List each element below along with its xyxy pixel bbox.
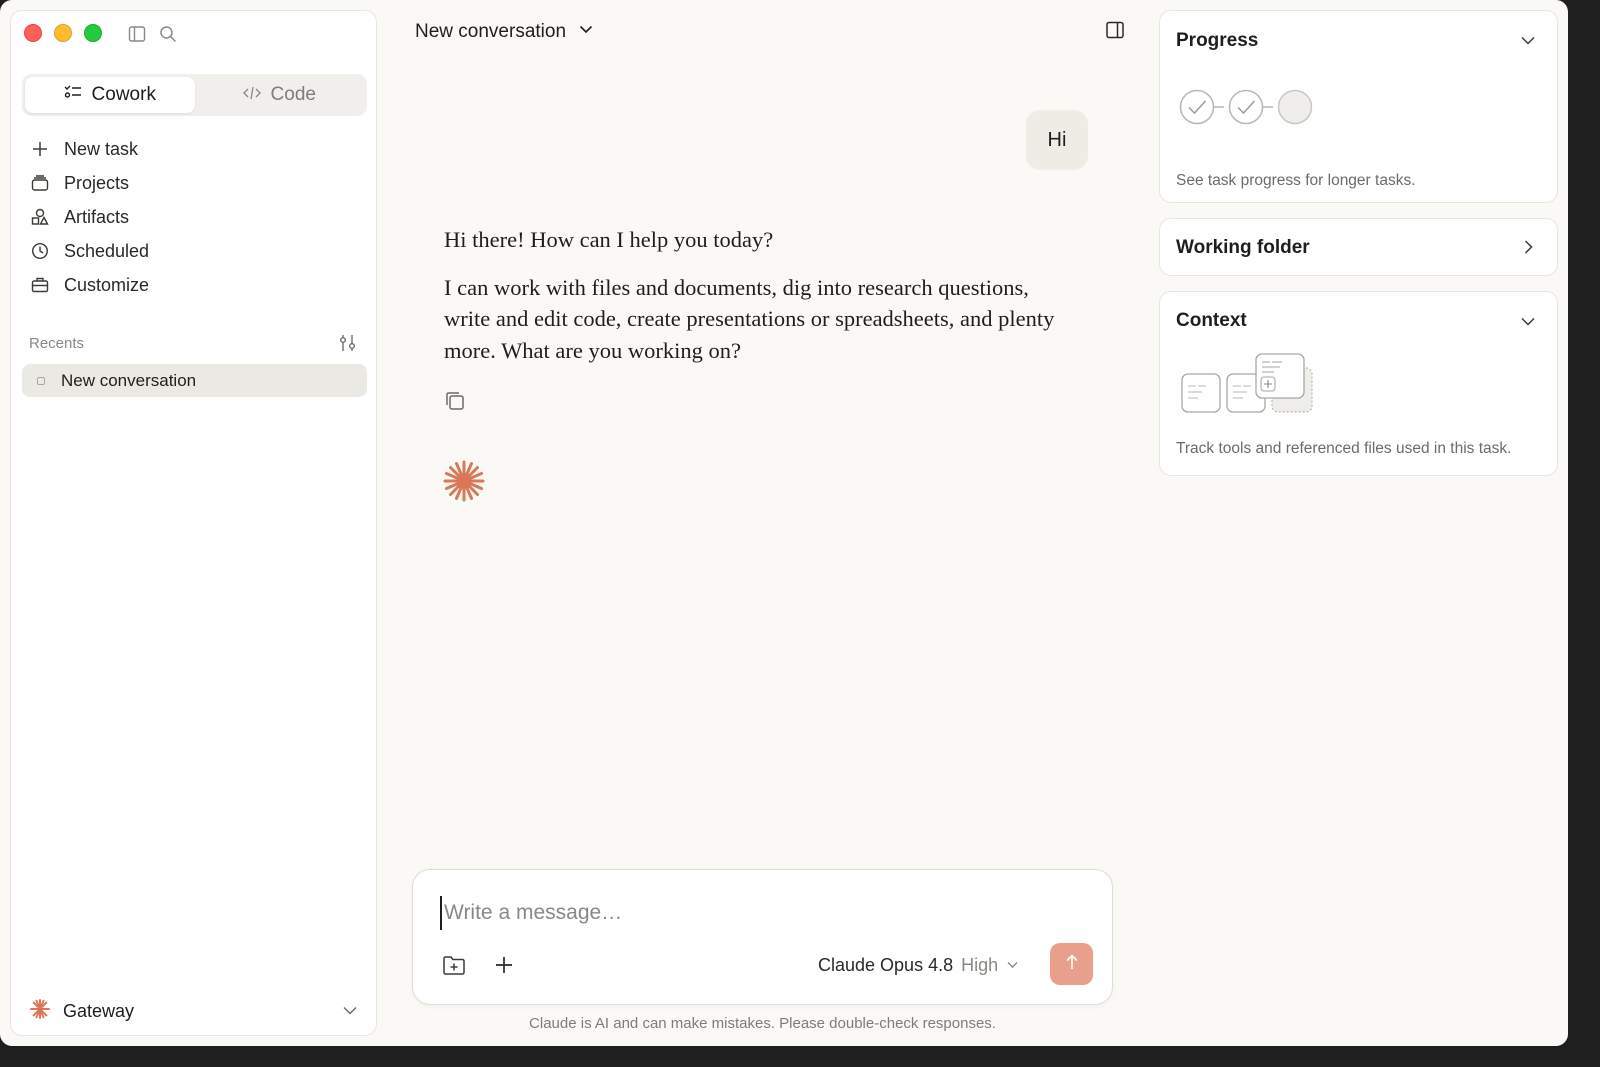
plus-icon <box>30 139 50 159</box>
sidebar-item-label: Artifacts <box>64 206 130 227</box>
app-window: Cowork Code New task Projects Artifacts <box>0 0 1568 1046</box>
sidebar-item-customize[interactable]: Customize <box>22 268 367 302</box>
context-panel: Context Track tools and referenced files… <box>1159 291 1558 476</box>
user-message: Hi <box>1026 110 1088 170</box>
add-attachment-icon[interactable] <box>489 950 519 980</box>
add-folder-icon[interactable] <box>439 950 469 980</box>
code-icon <box>242 84 261 106</box>
arrow-up-icon <box>1064 953 1080 976</box>
sidebar-item-new-task[interactable]: New task <box>22 132 367 166</box>
filter-icon[interactable] <box>338 333 360 355</box>
mode-toggle: Cowork Code <box>22 74 367 116</box>
tab-cowork[interactable]: Cowork <box>25 77 195 113</box>
maximize-window-button[interactable] <box>84 24 102 42</box>
model-name: Claude Opus 4.8 <box>818 954 954 975</box>
tab-code-label: Code <box>270 84 316 105</box>
close-window-button[interactable] <box>24 24 42 42</box>
sidebar-item-artifacts[interactable]: Artifacts <box>22 200 367 234</box>
assistant-paragraph: I can work with files and documents, dig… <box>444 274 1055 363</box>
sidebar-item-label: New task <box>64 138 139 159</box>
conversation-status-icon <box>37 376 45 385</box>
sidebar-item-label: Scheduled <box>64 240 150 261</box>
effort-level: High <box>961 954 999 975</box>
sidebar-toggle-icon[interactable] <box>127 24 147 44</box>
tab-code[interactable]: Code <box>195 77 365 113</box>
send-button[interactable] <box>1050 943 1093 985</box>
assistant-message: Hi there! How can I help you today? I ca… <box>444 224 1064 366</box>
chevron-right-icon <box>1519 238 1539 258</box>
sidebar-item-label: Customize <box>64 274 150 295</box>
conversation-title: New conversation <box>415 21 567 42</box>
cowork-icon <box>64 84 82 106</box>
artifacts-icon <box>30 207 50 227</box>
minimize-window-button[interactable] <box>54 24 72 42</box>
assistant-paragraph: Hi there! How can I help you today? <box>444 227 774 252</box>
claude-spark-icon <box>442 459 486 503</box>
briefcase-icon <box>30 275 50 295</box>
recents-heading: Recents <box>29 335 85 352</box>
search-icon[interactable] <box>158 24 178 44</box>
message-input[interactable] <box>440 896 1080 930</box>
chevron-down-icon[interactable] <box>1519 312 1539 332</box>
account-switcher[interactable]: Gateway <box>22 994 367 1028</box>
chevron-down-icon <box>578 21 594 43</box>
recent-conversation-item[interactable]: New conversation <box>22 364 367 397</box>
progress-steps-illustration <box>1178 88 1318 133</box>
clock-icon <box>30 241 50 261</box>
working-folder-panel[interactable]: Working folder <box>1159 218 1558 276</box>
progress-title: Progress <box>1176 30 1259 51</box>
working-folder-title: Working folder <box>1176 237 1310 258</box>
context-title: Context <box>1176 310 1247 331</box>
context-subtitle: Track tools and referenced files used in… <box>1176 440 1512 457</box>
chevron-down-icon <box>341 1001 359 1024</box>
copy-icon[interactable] <box>444 390 466 412</box>
sidebar: Cowork Code New task Projects Artifacts <box>10 10 377 1036</box>
panel-toggle-icon[interactable] <box>1105 20 1127 42</box>
projects-icon <box>30 173 50 193</box>
sidebar-item-projects[interactable]: Projects <box>22 166 367 200</box>
conversation-title-menu[interactable]: New conversation <box>415 18 594 46</box>
window-controls <box>24 24 102 42</box>
progress-subtitle: See task progress for longer tasks. <box>1176 172 1416 189</box>
chevron-down-icon <box>1006 955 1019 976</box>
recent-conversation-label: New conversation <box>61 370 197 390</box>
sidebar-nav: New task Projects Artifacts Scheduled Cu… <box>22 132 367 302</box>
model-selector[interactable]: Claude Opus 4.8 High <box>818 950 1019 980</box>
chevron-down-icon[interactable] <box>1519 31 1539 51</box>
sidebar-item-label: Projects <box>64 172 130 193</box>
progress-panel: Progress See task progress for longer ta… <box>1159 10 1558 203</box>
disclaimer: Claude is AI and can make mistakes. Plea… <box>529 1015 996 1032</box>
tab-cowork-label: Cowork <box>91 84 156 105</box>
context-files-illustration <box>1180 352 1320 423</box>
claude-logo-icon <box>29 998 51 1025</box>
message-composer: Claude Opus 4.8 High <box>412 869 1113 1005</box>
sidebar-item-scheduled[interactable]: Scheduled <box>22 234 367 268</box>
account-label: Gateway <box>63 1000 135 1021</box>
